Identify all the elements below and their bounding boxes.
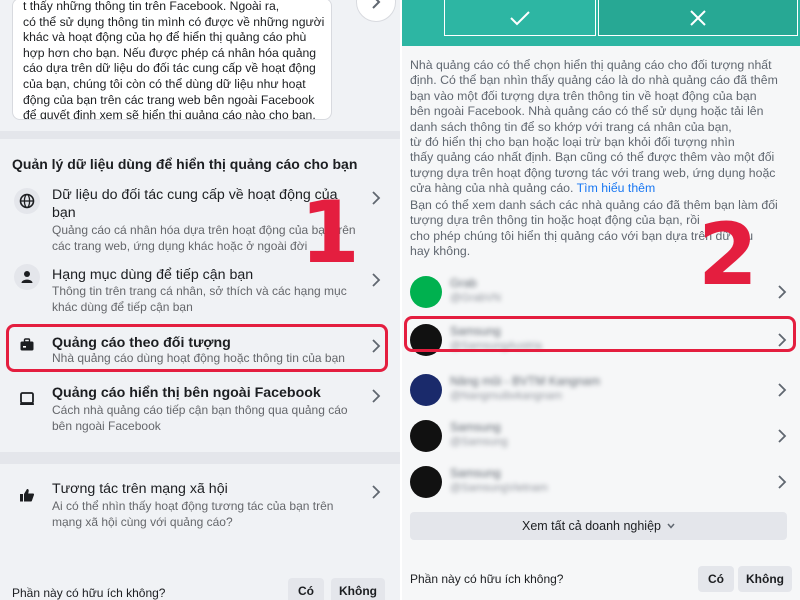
annotation-number: 2 bbox=[698, 205, 758, 305]
advertiser-handle: @Samsung bbox=[450, 436, 508, 448]
advertiser-name: Samsung bbox=[450, 466, 501, 480]
chevron-right-icon bbox=[778, 475, 787, 489]
chevron-right-icon bbox=[372, 485, 381, 499]
advertiser-handle: @GrabVN bbox=[450, 292, 501, 304]
ad-explanation-textbox: t thấy những thông tin trên Facebook. Ng… bbox=[12, 0, 332, 120]
chevron-down-icon bbox=[667, 523, 675, 529]
feedback-question: Phần này có hữu ích không? bbox=[410, 572, 564, 586]
see-all-businesses-button[interactable]: Xem tất cả doanh nghiệp bbox=[410, 512, 787, 540]
audience-description: Nhà quảng cáo có thể chọn hiển thị quảng… bbox=[410, 58, 778, 196]
advertiser-row[interactable]: Samsung @SamsungVietnam bbox=[410, 460, 795, 502]
yes-button[interactable]: Có bbox=[288, 578, 324, 600]
chevron-right-icon bbox=[372, 191, 381, 205]
circle-nav-button[interactable] bbox=[356, 0, 396, 22]
textbox-line: khác và hoạt động của họ để hiển thị quả… bbox=[23, 30, 307, 45]
chevron-right-icon bbox=[372, 0, 381, 9]
advertiser-handle: @SamsungVietnam bbox=[450, 482, 548, 494]
no-button[interactable]: Không bbox=[331, 578, 385, 600]
advertiser-avatar bbox=[410, 276, 442, 308]
chevron-right-icon bbox=[372, 273, 381, 287]
advertiser-avatar bbox=[410, 374, 442, 406]
close-icon bbox=[690, 9, 706, 26]
chevron-right-icon bbox=[778, 429, 787, 443]
advertiser-name: Samsung bbox=[450, 420, 501, 434]
chevron-right-icon bbox=[372, 389, 381, 403]
advertiser-row[interactable]: Samsung @Samsung bbox=[410, 414, 795, 456]
menu-item-social-interactions[interactable]: Tương tác trên mạng xã hội Ai có thể nhì… bbox=[0, 476, 400, 536]
highlight-box bbox=[6, 324, 388, 372]
textbox-line: để quyết định xem sẽ hiển thị quảng cáo … bbox=[23, 108, 316, 120]
highlight-box bbox=[404, 316, 796, 352]
menu-item-description: Ai có thể nhìn thấy hoạt động tương tác … bbox=[52, 499, 334, 529]
section-separator bbox=[0, 131, 400, 139]
approval-header bbox=[402, 0, 800, 46]
section-title: Quản lý dữ liệu dùng để hiển thị quảng c… bbox=[12, 156, 358, 172]
menu-item-title: Tương tác trên mạng xã hội bbox=[52, 481, 228, 497]
menu-item-offsite-ads[interactable]: Quảng cáo hiển thị bên ngoài Facebook Cá… bbox=[0, 380, 400, 438]
no-button[interactable]: Không bbox=[738, 566, 792, 592]
textbox-line: của bạn, chúng tôi còn có thể dùng dữ li… bbox=[23, 76, 306, 91]
annotation-number: 1 bbox=[300, 183, 360, 283]
approve-button[interactable] bbox=[444, 0, 596, 36]
right-screenshot: Nhà quảng cáo có thể chọn hiển thị quảng… bbox=[402, 0, 800, 600]
check-icon bbox=[510, 10, 530, 25]
globe-icon bbox=[14, 188, 40, 214]
advertiser-name: Grab bbox=[450, 276, 477, 290]
section-separator bbox=[0, 452, 400, 464]
chevron-right-icon bbox=[778, 383, 787, 397]
textbox-line: động của bạn trên các trang web bên ngoà… bbox=[23, 92, 315, 107]
person-icon bbox=[14, 264, 40, 290]
textbox-line: có thể sử dụng thông tin mình có được về… bbox=[23, 14, 325, 29]
yes-button[interactable]: Có bbox=[698, 566, 734, 592]
learn-more-link[interactable]: Tìm hiểu thêm bbox=[577, 181, 656, 195]
menu-item-title: Dữ liệu do đối tác cung cấp về hoạt động… bbox=[52, 187, 338, 221]
thumbs-up-icon bbox=[14, 482, 40, 508]
advertiser-name: Nâng mũi - BVTM Kangnam bbox=[450, 374, 601, 388]
menu-item-description: Thông tin trên trang cá nhân, sở thích v… bbox=[52, 284, 347, 314]
feedback-question: Phần này có hữu ích không? bbox=[12, 586, 166, 600]
advertiser-handle: @Nangmuibvkangnam bbox=[450, 390, 563, 402]
menu-item-description: Cách nhà quảng cáo tiếp cận bạn thông qu… bbox=[52, 403, 348, 433]
advertiser-avatar bbox=[410, 466, 442, 498]
textbox-line: t thấy những thông tin trên Facebook. Ng… bbox=[23, 0, 280, 13]
see-all-label: Xem tất cả doanh nghiệp bbox=[522, 519, 661, 533]
textbox-line: hợp hơn cho bạn. Nếu được phép cá nhân h… bbox=[23, 45, 317, 60]
advertiser-avatar bbox=[410, 420, 442, 452]
laptop-icon bbox=[14, 386, 40, 412]
reject-button[interactable] bbox=[598, 0, 798, 36]
menu-item-title: Quảng cáo hiển thị bên ngoài Facebook bbox=[52, 385, 321, 401]
chevron-right-icon bbox=[778, 285, 787, 299]
menu-item-title: Hạng mục dùng để tiếp cận bạn bbox=[52, 267, 254, 283]
textbox-line: cáo dựa trên dữ liệu do đối tác cung cấp… bbox=[23, 61, 316, 76]
advertiser-row[interactable]: Nâng mũi - BVTM Kangnam @Nangmuibvkangnam bbox=[410, 368, 795, 410]
left-screenshot: t thấy những thông tin trên Facebook. Ng… bbox=[0, 0, 400, 600]
